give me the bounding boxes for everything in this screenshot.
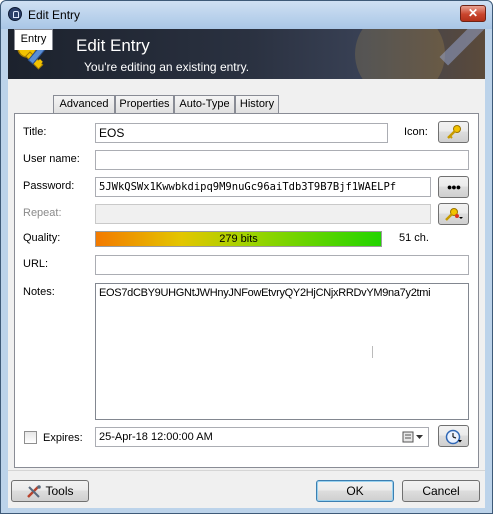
banner-decoration bbox=[355, 29, 445, 79]
calendar-dropdown-icon[interactable] bbox=[402, 430, 426, 444]
reveal-password-button[interactable]: ●●● bbox=[438, 176, 469, 198]
edit-entry-window: Edit Entry ✕ Edit Entry You're editing a… bbox=[0, 0, 493, 514]
tab-auto-type[interactable]: Auto-Type bbox=[174, 95, 235, 113]
password-length-text: 51 ch. bbox=[399, 232, 429, 244]
banner-subtitle: You're editing an existing entry. bbox=[84, 60, 250, 74]
close-button[interactable]: ✕ bbox=[460, 5, 486, 22]
banner-pencil-decoration bbox=[439, 29, 485, 66]
title-input[interactable]: EOS bbox=[95, 123, 388, 143]
footer-separator bbox=[8, 470, 485, 471]
generator-key-icon bbox=[444, 207, 464, 221]
window-title: Edit Entry bbox=[28, 8, 81, 22]
password-label: Password: bbox=[23, 180, 75, 192]
ok-button[interactable]: OK bbox=[316, 480, 394, 502]
quality-label: Quality: bbox=[23, 232, 61, 244]
password-input[interactable]: 5JWkQSWx1Kwwbkdipq9M9nuGc96aiTdb3T9B7Bjf… bbox=[95, 177, 431, 197]
cancel-button[interactable]: Cancel bbox=[402, 480, 480, 502]
expiry-presets-button[interactable] bbox=[438, 425, 469, 447]
tools-button-label: Tools bbox=[45, 484, 74, 498]
clock-icon bbox=[445, 429, 463, 445]
tab-history[interactable]: History bbox=[235, 95, 279, 113]
text-cursor-icon bbox=[372, 346, 373, 358]
entry-tab-panel: Title: EOS Icon: User name: Password: 5J… bbox=[14, 113, 479, 468]
title-bar[interactable]: Edit Entry ✕ bbox=[1, 1, 492, 29]
url-label: URL: bbox=[23, 258, 49, 270]
tab-entry[interactable]: Entry bbox=[14, 29, 53, 50]
username-input[interactable] bbox=[95, 150, 469, 170]
icon-label: Icon: bbox=[404, 126, 428, 138]
repeat-label: Repeat: bbox=[23, 207, 62, 219]
tools-button[interactable]: Tools bbox=[11, 480, 89, 502]
notes-text: EOS7dCBY9UHGNtJWHnyJNFowEtvryQY2HjCNjxRR… bbox=[99, 287, 431, 299]
dialog-client-area: Edit Entry You're editing an existing en… bbox=[8, 29, 485, 508]
banner-title: Edit Entry bbox=[76, 36, 150, 55]
icon-picker-button[interactable] bbox=[438, 121, 469, 143]
username-label: User name: bbox=[23, 153, 80, 165]
repeat-password-input bbox=[95, 204, 431, 224]
app-lock-icon bbox=[8, 7, 22, 21]
url-input[interactable] bbox=[95, 255, 469, 275]
banner: Edit Entry You're editing an existing en… bbox=[8, 29, 485, 79]
expiry-date-picker[interactable]: 25-Apr-18 12:00:00 AM bbox=[95, 427, 429, 447]
expires-checkbox[interactable] bbox=[24, 431, 37, 444]
tools-icon bbox=[26, 485, 42, 499]
tab-properties[interactable]: Properties bbox=[115, 95, 174, 113]
notes-textarea[interactable]: EOS7dCBY9UHGNtJWHnyJNFowEtvryQY2HjCNjxRR… bbox=[95, 283, 469, 420]
notes-label: Notes: bbox=[23, 286, 55, 298]
title-label: Title: bbox=[23, 126, 47, 138]
expiry-date-value: 25-Apr-18 12:00:00 AM bbox=[99, 431, 213, 443]
quality-progress-bar: 279 bits bbox=[95, 231, 382, 247]
password-generator-button[interactable] bbox=[438, 203, 469, 225]
expires-label[interactable]: Expires: bbox=[43, 432, 83, 444]
key-icon bbox=[446, 125, 462, 139]
tab-advanced[interactable]: Advanced bbox=[53, 95, 115, 113]
